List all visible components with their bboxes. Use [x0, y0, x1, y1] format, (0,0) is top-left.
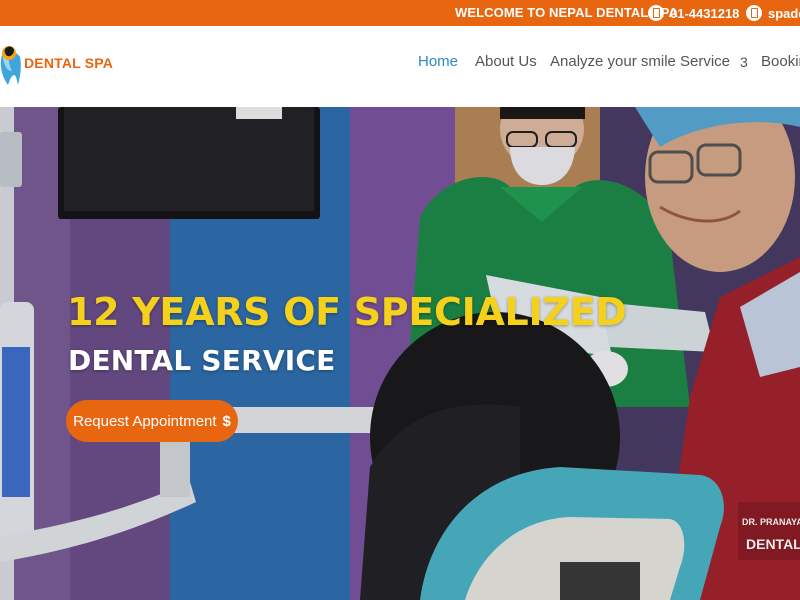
welcome-text: WELCOME TO NEPAL DENTAL SPA: [455, 5, 678, 20]
nav-item-home[interactable]: Home: [418, 53, 458, 70]
nav-service-label[interactable]: Service: [680, 53, 730, 70]
nav-analyze-label[interactable]: Analyze your smile: [550, 53, 676, 70]
phone-icon: [648, 5, 664, 21]
top-bar: WELCOME TO NEPAL DENTAL SPA 01-4431218 s…: [0, 0, 800, 26]
site-header: DENTAL SPA Home About Us Analyze your sm…: [0, 26, 800, 107]
nav-booking-label[interactable]: Bookin: [761, 53, 800, 70]
nav-item-booking[interactable]: Bookin: [761, 53, 800, 70]
nav-item-service[interactable]: Service 3: [680, 53, 748, 70]
chevron-down-icon[interactable]: 3: [740, 54, 748, 70]
request-appointment-button[interactable]: Request Appointment $: [66, 400, 238, 442]
brand-name[interactable]: DENTAL SPA: [24, 55, 113, 71]
tooth-logo-icon[interactable]: [0, 41, 22, 87]
hero-subheadline: DENTAL SERVICE: [68, 344, 336, 377]
nav-about-label[interactable]: About Us: [475, 53, 537, 70]
nav-home-label[interactable]: Home: [418, 53, 458, 70]
nav-item-analyze-smile[interactable]: Analyze your smile: [550, 53, 676, 70]
phone-number[interactable]: 01-4431218: [670, 6, 739, 21]
nav-item-about-us[interactable]: About Us: [475, 53, 537, 70]
hero-headline: 12 YEARS OF SPECIALIZED: [67, 290, 627, 334]
phone-contact[interactable]: 01-4431218: [648, 0, 739, 26]
request-appointment-label[interactable]: Request Appointment: [73, 413, 216, 430]
email-contact[interactable]: spade: [746, 0, 800, 26]
email-icon: [746, 5, 762, 21]
arrow-icon[interactable]: $: [223, 413, 231, 430]
hero-banner: DR. PRANAYA DENTAL 12 YEARS OF SPECIALIZ…: [0, 107, 800, 600]
email-address[interactable]: spade: [768, 6, 800, 21]
